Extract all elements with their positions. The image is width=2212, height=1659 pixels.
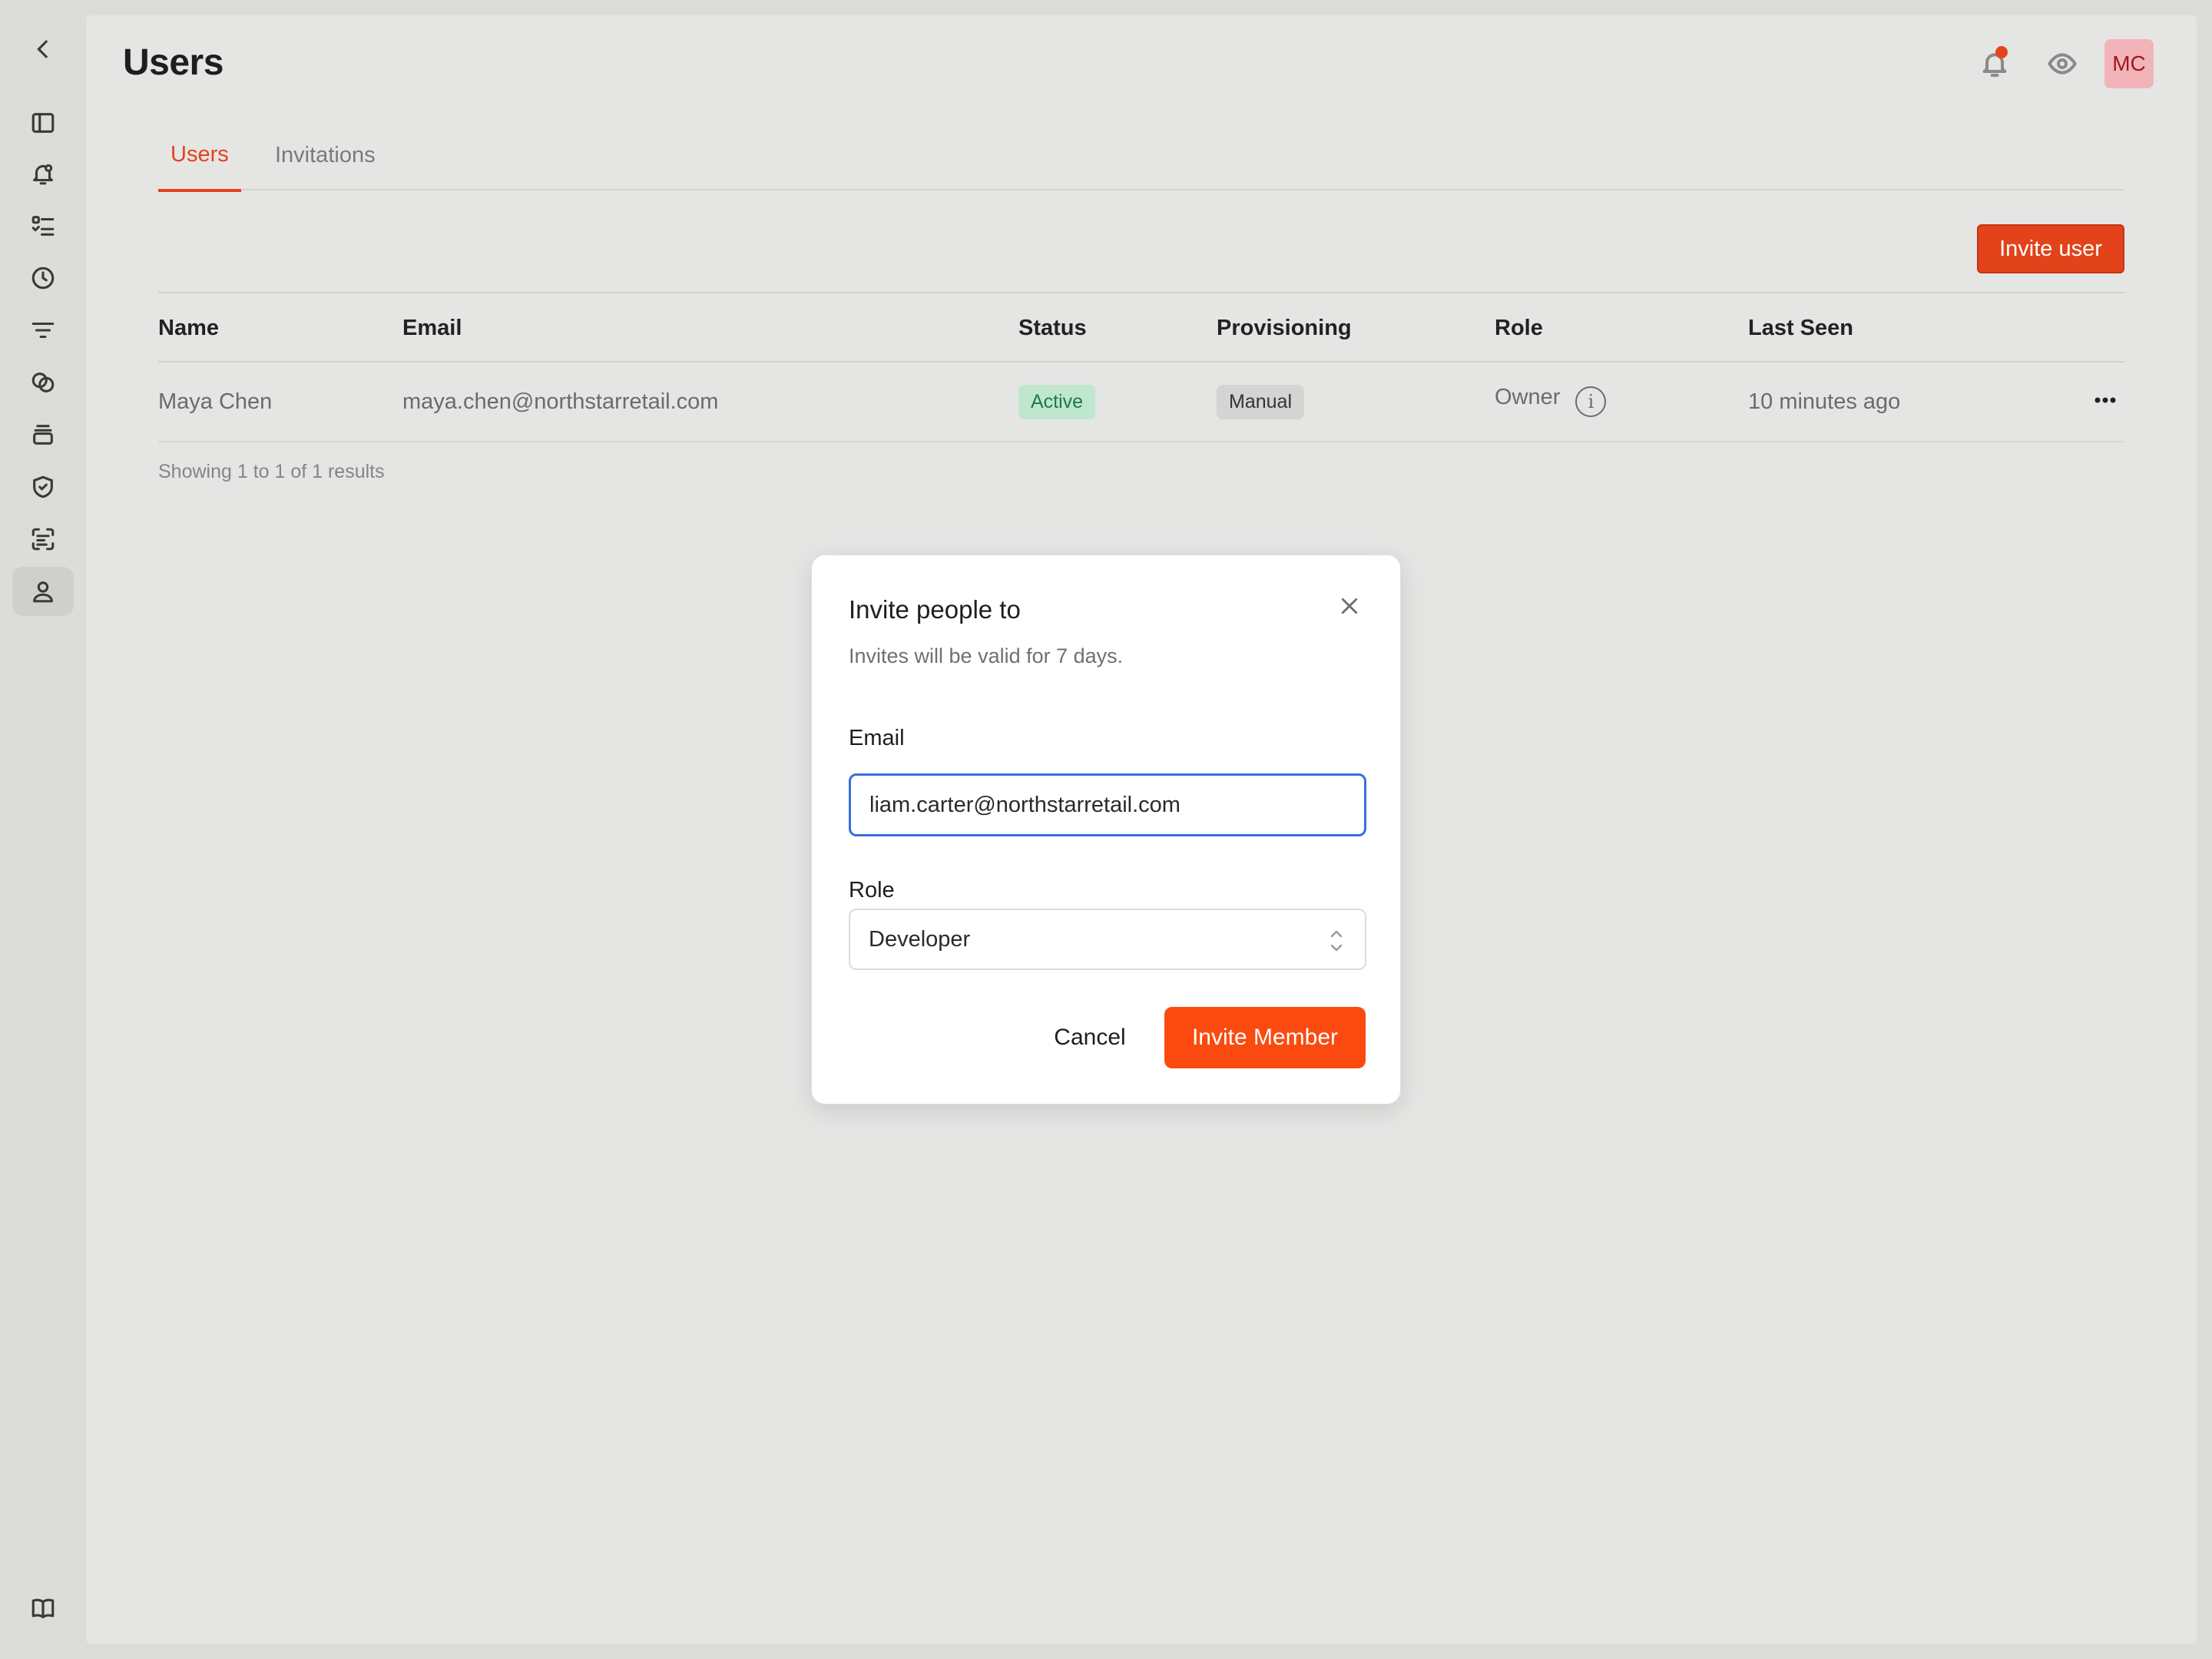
user-icon (33, 581, 53, 603)
clock-icon (31, 267, 55, 290)
row-actions-button[interactable] (2086, 381, 2124, 419)
column-header-name[interactable]: Name (158, 293, 219, 363)
invite-member-button[interactable]: Invite Member (1164, 1007, 1366, 1068)
sidebar-item-alerts[interactable] (12, 149, 74, 198)
cell-status: Active (1018, 363, 1096, 441)
close-icon (1341, 598, 1358, 614)
modal-subtitle: Invites will be valid for 7 days. (849, 644, 1124, 667)
eye-icon (2048, 53, 2077, 75)
alert-bell-icon (33, 164, 53, 185)
cell-name: Maya Chen (158, 389, 273, 414)
notification-dot (1995, 46, 2008, 58)
tab-bar: Users Invitations (158, 120, 2124, 192)
integrations-icon (31, 373, 55, 392)
scan-icon (31, 528, 55, 551)
more-horizontal-icon (2094, 397, 2116, 403)
role-label: Role (849, 878, 895, 902)
column-header-status[interactable]: Status (1018, 293, 1087, 363)
chevron-up-down-icon (1328, 927, 1345, 955)
sidebar-item-users[interactable] (12, 567, 74, 616)
tab-users[interactable]: Users (158, 120, 241, 192)
role-text: Owner (1495, 384, 1561, 409)
cell-last-seen: 10 minutes ago (1748, 389, 1901, 414)
cell-provisioning: Manual (1217, 363, 1304, 441)
invite-user-button[interactable]: Invite user (1977, 224, 2124, 273)
book-icon (31, 1598, 55, 1618)
sidebar-item-filters[interactable] (12, 306, 74, 355)
invite-modal: Invite people to Invites will be valid f… (811, 555, 1401, 1104)
page-title: Users (123, 42, 224, 83)
notifications-button[interactable] (1969, 38, 2020, 89)
users-table: Name Email Status Provisioning Role Last… (158, 292, 2124, 442)
email-field[interactable] (849, 773, 1366, 836)
sidebar-item-history[interactable] (12, 253, 74, 303)
column-header-last-seen[interactable]: Last Seen (1748, 293, 1853, 363)
close-button[interactable] (1334, 591, 1365, 621)
avatar[interactable]: MC (2104, 39, 2154, 88)
table-header: Name Email Status Provisioning Role Last… (158, 292, 2124, 363)
modal-title: Invite people to (849, 595, 1021, 624)
checklist-icon (31, 216, 55, 236)
role-select[interactable]: Developer (849, 909, 1366, 970)
sidebar-item-scan[interactable] (12, 515, 74, 564)
back-button[interactable] (12, 25, 74, 74)
sidebar-item-checklist[interactable] (12, 201, 74, 250)
sidebar-item-docs[interactable] (12, 1584, 74, 1633)
sidebar (0, 0, 86, 1659)
column-header-email[interactable]: Email (402, 293, 462, 363)
column-header-provisioning[interactable]: Provisioning (1217, 293, 1352, 363)
results-summary: Showing 1 to 1 of 1 results (158, 461, 385, 482)
shield-icon (33, 475, 53, 498)
email-label: Email (849, 726, 905, 750)
cell-email: maya.chen@northstarretail.com (402, 389, 719, 414)
stack-icon (33, 425, 53, 445)
cell-role: Owner i (1495, 363, 1607, 441)
preview-button[interactable] (2037, 38, 2088, 89)
sidebar-item-stack[interactable] (12, 410, 74, 459)
sidebar-toggle-button[interactable] (12, 98, 74, 147)
header-actions: MC (1969, 38, 2154, 89)
provisioning-badge: Manual (1217, 384, 1304, 419)
sidebar-item-integrations[interactable] (12, 358, 74, 407)
column-header-role[interactable]: Role (1495, 293, 1543, 363)
role-select-value: Developer (869, 926, 971, 952)
status-badge: Active (1018, 384, 1096, 419)
cancel-button[interactable]: Cancel (1042, 1007, 1137, 1068)
chevron-left-icon (37, 40, 48, 58)
filter-icon (31, 322, 55, 339)
tab-invitations[interactable]: Invitations (263, 120, 388, 190)
table-row[interactable]: Maya Chen maya.chen@northstarretail.com … (158, 363, 2124, 442)
info-icon[interactable]: i (1575, 386, 1607, 417)
sidebar-item-security[interactable] (12, 462, 74, 512)
sidebar-toggle-icon (31, 113, 55, 133)
